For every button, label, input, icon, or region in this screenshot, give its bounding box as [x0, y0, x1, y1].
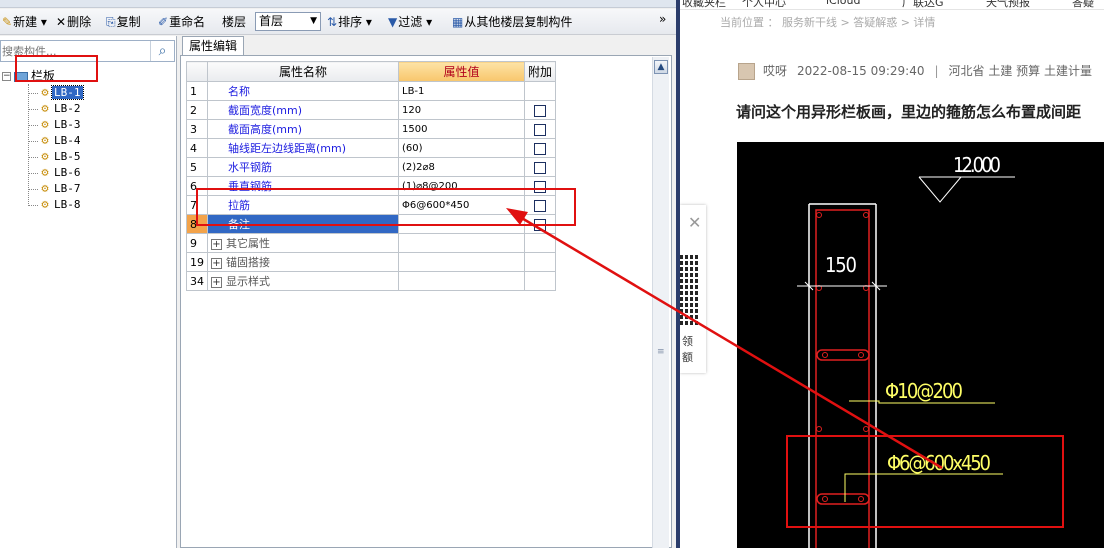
annotation-arrow-line — [519, 215, 943, 470]
annotation-arrow — [506, 208, 943, 470]
annotation-arrowhead-icon — [506, 208, 528, 225]
